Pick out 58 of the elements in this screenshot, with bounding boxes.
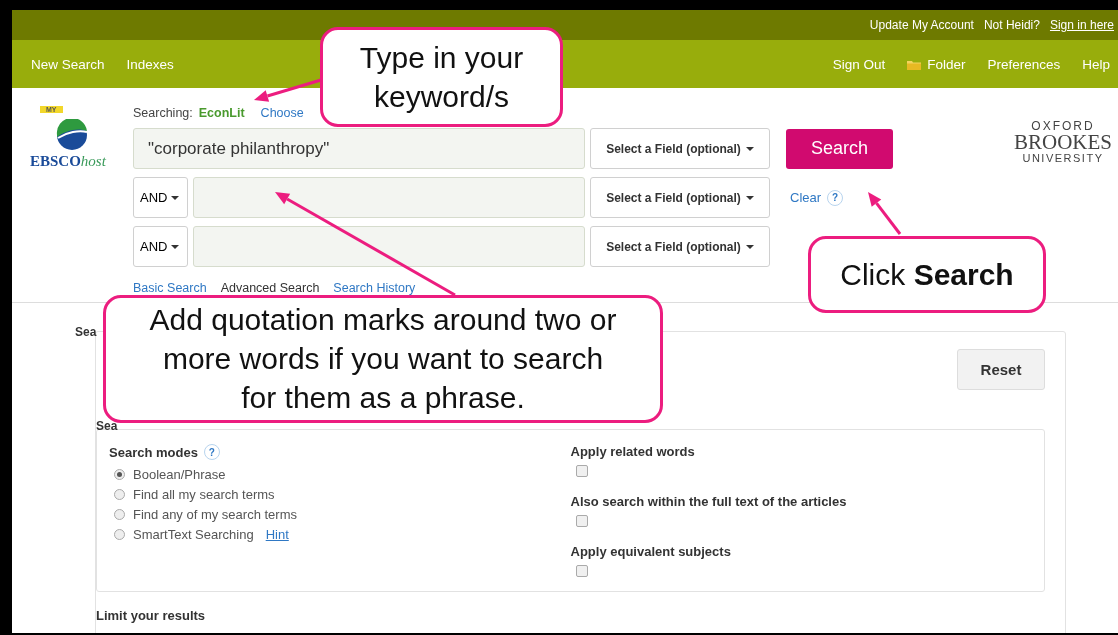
university-logo: OXFORD BROOKES UNIVERSITY: [1013, 120, 1112, 166]
caret-icon: [745, 195, 754, 200]
radio-button[interactable]: [114, 488, 125, 500]
option-label: Also search within the full text of the articles: [570, 494, 848, 509]
checkbox[interactable]: [575, 515, 588, 527]
radio-label: Find any of my search terms: [133, 506, 297, 522]
search-modes-title: Search modes: [109, 444, 198, 460]
hint-link[interactable]: Hint: [265, 526, 289, 542]
nav-link[interactable]: Preferences: [987, 56, 1061, 72]
arrow: [868, 192, 902, 235]
nav-link[interactable]: Indexes: [126, 56, 174, 72]
top-link[interactable]: Update My Account: [869, 18, 974, 32]
search-mode-link[interactable]: Search History: [333, 281, 416, 295]
nav-link[interactable]: Help: [1082, 56, 1110, 72]
search-input[interactable]: "corporate philanthropy": [133, 128, 585, 169]
search-input[interactable]: [193, 177, 585, 218]
reset-button[interactable]: Reset: [957, 349, 1045, 390]
search-button[interactable]: Search: [786, 128, 893, 169]
search-mode-link[interactable]: Basic Search: [133, 281, 207, 295]
checkbox[interactable]: [575, 565, 588, 577]
radio-label: Find all my search terms: [133, 486, 275, 502]
radio-button[interactable]: [114, 468, 125, 480]
radio-button[interactable]: [114, 528, 125, 540]
field-dropdown[interactable]: Select a Field (optional): [590, 177, 770, 218]
radio-label: Boolean/Phrase: [133, 466, 226, 482]
operator-dropdown[interactable]: AND: [133, 226, 188, 267]
option-label: Apply related words: [570, 444, 696, 459]
ebscohost-logo: EBSCOhost: [30, 153, 106, 170]
option-label: Apply equivalent subjects: [570, 544, 732, 559]
globe-logo-icon: [55, 119, 89, 151]
field-dropdown[interactable]: Select a Field (optional): [590, 128, 770, 169]
field-dropdown[interactable]: Select a Field (optional): [590, 226, 770, 267]
caret-icon: [171, 244, 180, 249]
radio-label: SmartText Searching: [133, 526, 254, 542]
radio-button[interactable]: [114, 508, 125, 520]
caret-icon: [171, 195, 180, 200]
search-mode-link[interactable]: Advanced Search: [220, 281, 320, 295]
clear-link[interactable]: Clear: [790, 190, 822, 205]
choose-link[interactable]: Choose: [260, 106, 304, 120]
arrow: [254, 78, 322, 102]
caret-icon: [745, 244, 754, 249]
nav-link[interactable]: Sign Out: [832, 56, 886, 72]
section-heading: Limit your results: [96, 608, 206, 623]
sign-in-link[interactable]: Sign in here: [1049, 18, 1114, 32]
nav-link[interactable]: Folder: [907, 56, 966, 72]
section-heading: Sea: [75, 325, 98, 339]
nav-link[interactable]: New Search: [31, 56, 105, 72]
callout: Click Search: [808, 236, 1046, 313]
caret-icon: [745, 146, 754, 151]
top-link[interactable]: Not Heidi?: [983, 18, 1040, 32]
callout: Type in your keyword/s: [320, 27, 563, 127]
database-name: EconLit: [198, 106, 245, 120]
search-input[interactable]: [193, 226, 585, 267]
operator-dropdown[interactable]: AND: [133, 177, 188, 218]
checkbox[interactable]: [575, 465, 588, 477]
searching-label: Searching:: [133, 106, 193, 120]
folder-icon: [907, 58, 922, 70]
callout: Add quotation marks around two or more words if you want to search for them as a phrase.: [103, 295, 663, 423]
